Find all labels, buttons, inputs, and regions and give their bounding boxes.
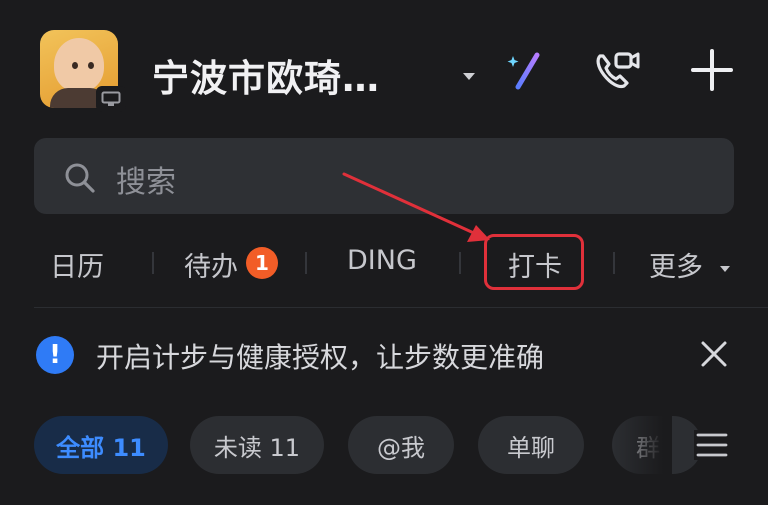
health-permission-notice[interactable]: 开启计步与健康授权，让步数更准确 bbox=[96, 336, 544, 376]
desktop-online-icon bbox=[96, 86, 126, 112]
search-placeholder: 搜索 bbox=[116, 165, 176, 200]
chevron-down-icon[interactable] bbox=[719, 258, 731, 277]
info-icon: ! bbox=[36, 336, 74, 374]
tab-more[interactable]: 更多 bbox=[649, 245, 703, 284]
tab-todo[interactable]: 待办 bbox=[184, 245, 238, 284]
tab-calendar[interactable]: 日历 bbox=[50, 245, 104, 284]
tab-divider bbox=[613, 252, 615, 274]
filter-chip-all[interactable]: 全部 11 bbox=[34, 416, 168, 474]
tab-divider bbox=[305, 252, 307, 274]
page-title[interactable]: 宁波市欧琦… bbox=[152, 48, 380, 102]
search-icon bbox=[64, 162, 96, 198]
tab-divider bbox=[459, 252, 461, 274]
filter-chip-unread[interactable]: 未读 11 bbox=[190, 416, 324, 474]
tab-ding[interactable]: DING bbox=[347, 245, 417, 276]
filter-chip-direct[interactable]: 单聊 bbox=[478, 416, 584, 474]
dropdown-caret-icon[interactable] bbox=[462, 66, 476, 85]
add-icon[interactable] bbox=[690, 48, 734, 92]
annotation-arrow-icon bbox=[342, 172, 490, 242]
todo-count-badge: 1 bbox=[246, 247, 278, 279]
divider-line bbox=[34, 307, 768, 308]
tab-divider bbox=[152, 252, 154, 274]
filter-menu-icon[interactable] bbox=[694, 430, 730, 460]
ai-magic-wand-icon[interactable] bbox=[504, 50, 544, 90]
filter-chip-mentions[interactable]: @我 bbox=[348, 416, 454, 474]
close-icon[interactable] bbox=[698, 338, 730, 370]
video-call-icon[interactable] bbox=[594, 48, 642, 92]
chip-scroll-fade bbox=[612, 410, 672, 480]
